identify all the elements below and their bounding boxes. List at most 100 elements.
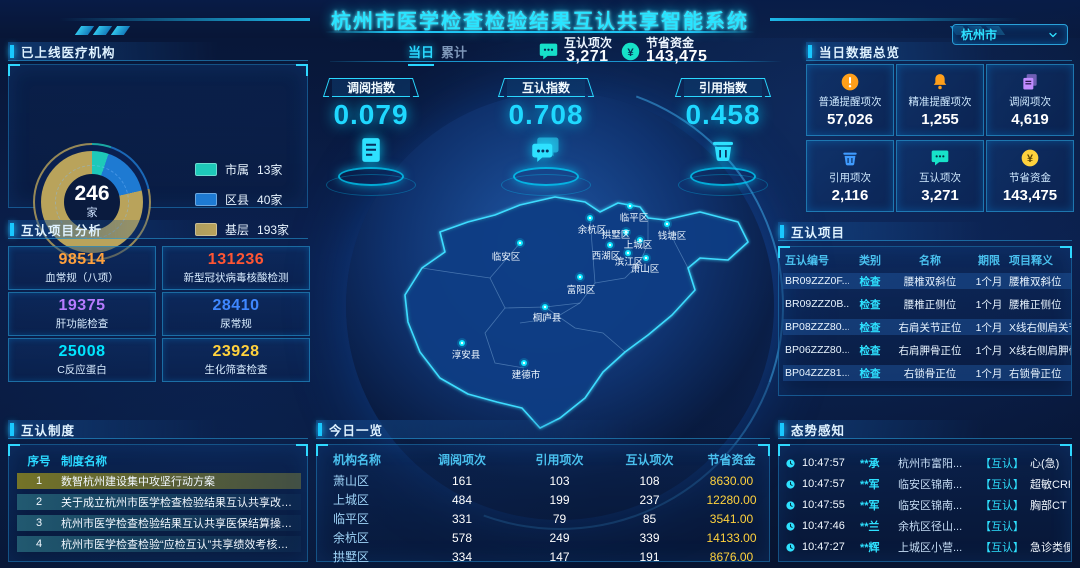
index-block-diaoyue: 调阅指数 0.079 — [306, 78, 436, 196]
awareness-row: 10:47:46 **兰 余杭区径山... 【互认】 — [785, 518, 1070, 534]
card-label: 普通提醒项次 — [819, 94, 882, 109]
hangzhou-district-map: 余杭区 临平区 钱塘区 拱墅区 上城区 西湖区 滨江区 萧山区 临安区 富阳区 … — [395, 183, 760, 443]
index-badge: 互认指数 — [507, 78, 585, 97]
clock-icon — [785, 542, 796, 553]
legend-count: 13家 — [257, 161, 282, 178]
section-header-today: 今日一览 — [316, 420, 770, 439]
policy-name: 关于成立杭州市医学检查检验结果互认共享改革工作... — [61, 494, 301, 510]
district-label: 建德市 — [512, 369, 541, 381]
policy-name: 杭州市医学检查检验“应检互认”共享绩效考核与专项工... — [61, 536, 301, 552]
card-value: 143,475 — [1003, 187, 1057, 204]
stat-label: 尿常规 — [220, 316, 252, 331]
svg-text:¥: ¥ — [627, 47, 634, 59]
district-label: 淳安县 — [452, 349, 481, 361]
tab-today[interactable]: 当日 — [408, 42, 434, 66]
clock-icon — [785, 521, 796, 532]
policy-no: 1 — [17, 475, 61, 487]
overview-card-normal-remind: 普通提醒项次 57,026 — [806, 64, 894, 136]
awareness-row: 10:47:27 **辉 上城区小营... 【互认】 急诊类便常规+... — [785, 539, 1070, 555]
bell-icon — [930, 72, 950, 92]
alert-circle-icon — [840, 72, 860, 92]
chat-bubble-icon — [930, 148, 950, 168]
policy-name: 数智杭州建设集中攻坚行动方案 — [61, 473, 301, 489]
policy-name: 杭州市医学检查检验结果互认共享医保结算操作细则... — [61, 515, 301, 531]
card-label: 节省资金 — [1009, 170, 1051, 185]
stat-value: 23928 — [213, 343, 260, 361]
header-decor-hatch-left — [78, 26, 127, 35]
card-label: 互认项次 — [919, 170, 961, 185]
projects-table-panel: 互认编号 类别 名称 期限 项目释义 BR09ZZZ0F...检查腰椎双斜位1个… — [778, 246, 1072, 396]
overview-card-savings: ¥ 节省资金 143,475 — [986, 140, 1074, 212]
policy-row[interactable]: 4 杭州市医学检查检验“应检互认”共享绩效考核与专项工... — [17, 536, 301, 552]
section-header-awareness: 态势感知 — [778, 420, 1072, 439]
stat-value: 98514 — [59, 251, 106, 269]
column-header-name: 制度名称 — [61, 453, 107, 469]
header-decor-line-right — [770, 18, 1020, 21]
clock-icon — [785, 479, 796, 490]
section-title: 互认项目 — [791, 222, 845, 241]
policy-row[interactable]: 1 数智杭州建设集中攻坚行动方案 — [17, 473, 301, 489]
card-value: 2,116 — [832, 187, 869, 204]
card-label: 调阅项次 — [1009, 94, 1051, 109]
policies-table-header: 序号 制度名称 — [17, 453, 107, 469]
section-title: 已上线医疗机构 — [21, 42, 116, 61]
policy-row[interactable]: 2 关于成立杭州市医学检查检验结果互认共享改革工作... — [17, 494, 301, 510]
header-decor-line-left — [60, 18, 310, 21]
legend-count: 40家 — [257, 191, 282, 208]
legend-label: 区县 — [225, 191, 249, 208]
district-label: 钱塘区 — [658, 230, 687, 242]
org-total-value: 246 — [74, 184, 109, 204]
today-table-panel: 机构名称 调阅项次 引用项次 互认项次 节省资金 萧山区161103108863… — [316, 444, 770, 562]
overview-card-retrieval: 调阅项次 4,619 — [986, 64, 1074, 136]
chat-bubble-icon — [538, 41, 559, 62]
analysis-stat-crp: 25008 C反应蛋白 — [8, 338, 156, 382]
section-header-overview: 当日数据总览 — [806, 42, 1072, 61]
policy-no: 3 — [17, 517, 61, 529]
awareness-row: 10:47:55 **军 临安区锦南... 【互认】 胸部CT — [785, 497, 1070, 513]
page-title: 杭州市医学检查检验结果互认共享智能系统 — [331, 5, 749, 34]
legend-item: 区县 40家 — [195, 191, 289, 208]
stat-value: 131236 — [208, 251, 264, 269]
project-row[interactable]: BP08ZZZ80...检查右肩关节正位1个月X线右侧肩关节... — [783, 319, 1071, 335]
column-header: 节省资金 — [692, 451, 771, 468]
online-orgs-panel: 246 家 市属 13家 区县 40家 基层 193家 — [8, 64, 308, 208]
column-header-no: 序号 — [17, 453, 61, 469]
analysis-stat-biochem: 23928 生化筛查检查 — [162, 338, 310, 382]
column-header: 项目释义 — [1009, 252, 1071, 268]
table-row: 萧山区1611031088630.00 — [317, 472, 771, 489]
project-row[interactable]: BP06ZZZ80...检查右肩胛骨正位1个月X线右侧肩胛骨... — [783, 342, 1071, 358]
project-row[interactable]: BR09ZZZ0B...检查腰椎正侧位1个月腰椎正侧位 — [783, 296, 1071, 312]
district-label: 萧山区 — [631, 263, 660, 275]
tab-total[interactable]: 累计 — [441, 42, 467, 61]
column-header: 机构名称 — [317, 451, 412, 468]
column-header: 类别 — [849, 252, 891, 268]
title-underline — [325, 31, 755, 33]
card-value: 57,026 — [827, 111, 873, 128]
today-table-header: 机构名称 调阅项次 引用项次 互认项次 节省资金 — [317, 451, 771, 468]
column-header: 调阅项次 — [412, 451, 512, 468]
column-header: 名称 — [891, 252, 969, 268]
table-row: 拱墅区3341471918676.00 — [317, 548, 771, 565]
org-total-unit: 家 — [87, 204, 98, 220]
district-label: 桐庐县 — [533, 312, 562, 324]
documents-icon — [1020, 72, 1040, 92]
section-header-online-orgs: 已上线医疗机构 — [8, 42, 308, 61]
policy-row[interactable]: 3 杭州市医学检查检验结果互认共享医保结算操作细则... — [17, 515, 301, 531]
section-header-analysis: 互认项目分析 — [8, 220, 308, 239]
policy-no: 2 — [17, 496, 61, 508]
document-icon — [356, 135, 386, 165]
column-header: 互认编号 — [783, 252, 849, 268]
index-value: 0.458 — [685, 99, 760, 131]
project-row[interactable]: BR09ZZZ0F...检查腰椎双斜位1个月腰椎双斜位 — [783, 273, 1071, 289]
policy-no: 4 — [17, 538, 61, 550]
column-header: 期限 — [969, 252, 1009, 268]
basket-icon — [708, 135, 738, 165]
index-badge: 调阅指数 — [332, 78, 410, 97]
analysis-stat-urine: 28410 尿常规 — [162, 292, 310, 336]
stat-label: C反应蛋白 — [57, 362, 107, 377]
card-value: 3,271 — [921, 187, 959, 204]
index-block-huren: 互认指数 0.708 — [481, 78, 611, 196]
section-header-projects: 互认项目 — [778, 222, 1072, 241]
project-row[interactable]: BP04ZZZ81...检查右锁骨正位1个月右锁骨正位 — [783, 365, 1071, 381]
dashboard-root: 杭州市医学检查检验结果互认共享智能系统 杭州市 已上线医疗机构 246 家 市属… — [0, 0, 1080, 568]
